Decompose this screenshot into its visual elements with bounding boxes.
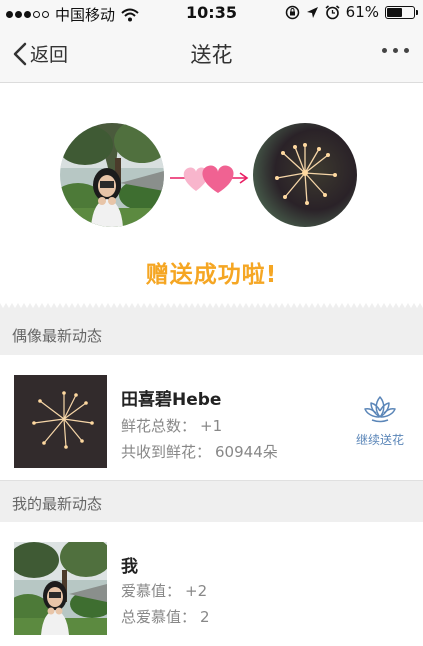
idol-thumbnail[interactable]	[14, 375, 107, 468]
flower-count-label: 鲜花总数：	[121, 417, 197, 435]
hearts-arrow-icon	[170, 165, 249, 193]
success-message: 赠送成功啦!	[145, 262, 278, 288]
total-love-label: 总爱慕值：	[121, 608, 197, 626]
idol-avatar	[253, 123, 357, 227]
rotation-lock-icon	[285, 5, 299, 19]
idol-name[interactable]: 田喜碧Hebe	[121, 385, 221, 410]
total-love-line: 总爱慕值： 2	[121, 606, 210, 627]
ticket-edge-divider	[0, 303, 423, 313]
alarm-icon	[325, 4, 340, 19]
more-dots-icon[interactable]	[378, 44, 413, 57]
sender-avatar	[60, 123, 164, 227]
my-name: 我	[121, 557, 138, 577]
my-news-card: 我 爱慕值： +2 总爱慕值： 2	[0, 522, 423, 646]
gift-success-hero: 赠送成功啦!	[0, 83, 423, 311]
send-again-button[interactable]: 继续送花	[351, 393, 409, 448]
flower-count-line: 鲜花总数： +1	[121, 415, 222, 436]
love-value-label: 爱慕值：	[121, 582, 182, 600]
received-flowers-line: 共收到鲜花： 60944朵	[121, 441, 278, 462]
location-arrow-icon	[306, 6, 318, 18]
flower-count-value: +1	[200, 417, 223, 435]
love-value-line: 爱慕值： +2	[121, 580, 207, 601]
battery-icon	[385, 5, 418, 19]
page-title: 送花	[190, 43, 233, 67]
my-thumbnail[interactable]	[14, 542, 107, 635]
status-bar: 中国移动 10:35 61%	[0, 0, 423, 25]
send-again-label: 继续送花	[355, 433, 404, 447]
received-flowers-value: 60944朵	[215, 443, 278, 461]
idol-news-header: 偶像最新动态	[0, 313, 423, 355]
battery-percent: 61%	[345, 3, 379, 21]
total-love-value: 2	[200, 608, 210, 626]
love-value: +2	[185, 582, 208, 600]
nav-bar: 返回 送花	[0, 25, 423, 83]
lotus-flower-icon	[364, 396, 396, 423]
received-flowers-label: 共收到鲜花：	[121, 443, 212, 461]
my-news-header: 我的最新动态	[0, 480, 423, 522]
idol-news-card: 田喜碧Hebe 鲜花总数： +1 共收到鲜花： 60944朵 继续送花	[0, 355, 423, 480]
